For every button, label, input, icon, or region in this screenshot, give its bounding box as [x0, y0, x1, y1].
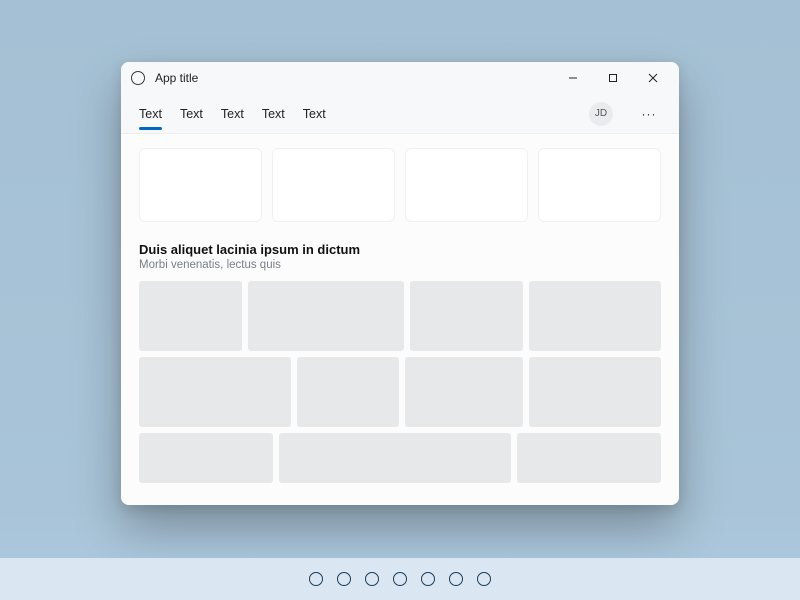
taskbar-icon[interactable]	[477, 572, 491, 586]
card[interactable]	[272, 148, 395, 222]
grid-item[interactable]	[517, 433, 661, 483]
content-area: Duis aliquet lacinia ipsum in dictum Mor…	[121, 134, 679, 505]
tab-bar: Text Text Text Text Text JD ···	[121, 94, 679, 134]
close-button[interactable]	[633, 63, 673, 93]
maximize-button[interactable]	[593, 63, 633, 93]
section-subtitle: Morbi venenatis, lectus quis	[139, 259, 661, 271]
tab-0[interactable]: Text	[139, 99, 162, 129]
grid-item[interactable]	[405, 357, 522, 427]
tab-1[interactable]: Text	[180, 99, 203, 129]
taskbar-icon[interactable]	[421, 572, 435, 586]
more-button[interactable]: ···	[637, 102, 661, 126]
taskbar[interactable]	[0, 558, 800, 600]
title-bar[interactable]: App title	[121, 62, 679, 94]
card-row	[139, 148, 661, 222]
taskbar-icon[interactable]	[365, 572, 379, 586]
window-title: App title	[155, 71, 198, 85]
tab-4[interactable]: Text	[303, 99, 326, 129]
tab-3[interactable]: Text	[262, 99, 285, 129]
app-window: App title Text Text Text Text Text JD ··…	[121, 62, 679, 505]
minimize-button[interactable]	[553, 63, 593, 93]
grid-item[interactable]	[529, 281, 661, 351]
grid-item[interactable]	[410, 281, 523, 351]
taskbar-icon[interactable]	[337, 572, 351, 586]
grid-item[interactable]	[139, 433, 273, 483]
card[interactable]	[538, 148, 661, 222]
app-icon	[131, 71, 145, 85]
taskbar-icon[interactable]	[449, 572, 463, 586]
grid-item[interactable]	[139, 281, 242, 351]
grid-item[interactable]	[139, 357, 291, 427]
section-title: Duis aliquet lacinia ipsum in dictum	[139, 242, 661, 257]
grid	[139, 281, 661, 483]
taskbar-icon[interactable]	[309, 572, 323, 586]
tab-2[interactable]: Text	[221, 99, 244, 129]
grid-item[interactable]	[279, 433, 512, 483]
avatar[interactable]: JD	[589, 102, 613, 126]
taskbar-icon[interactable]	[393, 572, 407, 586]
card[interactable]	[405, 148, 528, 222]
grid-item[interactable]	[297, 357, 400, 427]
grid-item[interactable]	[248, 281, 405, 351]
card[interactable]	[139, 148, 262, 222]
grid-item[interactable]	[529, 357, 661, 427]
